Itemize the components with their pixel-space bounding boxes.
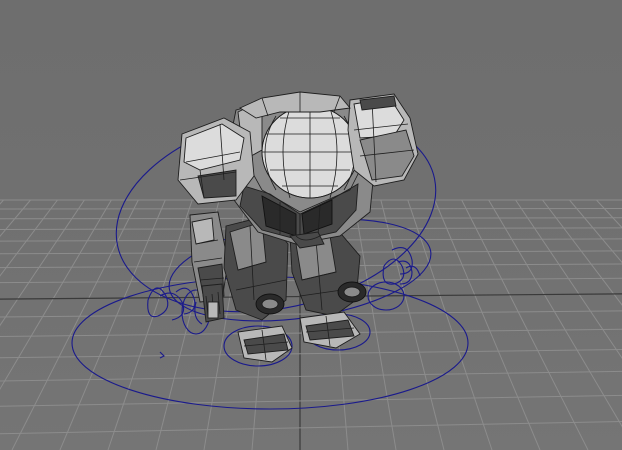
viewport-scene[interactable] (0, 0, 622, 450)
grid-line (107, 199, 193, 450)
grid-line (11, 199, 139, 450)
shoulder-right[interactable] (347, 93, 419, 187)
grid-line (380, 199, 445, 450)
grid-line (0, 199, 85, 327)
robot-model[interactable] (177, 91, 419, 363)
cockpit-dome[interactable] (261, 105, 359, 199)
grid-line (542, 199, 622, 306)
grid-line (353, 199, 397, 450)
grid-line (461, 199, 589, 450)
grid-line (0, 420, 622, 435)
grid-line (0, 199, 112, 390)
grid-line (0, 394, 622, 407)
grid-line (407, 199, 493, 450)
shoulder-left[interactable] (177, 117, 255, 205)
grid-line (0, 199, 31, 238)
pole-vector-marker[interactable] (159, 351, 165, 359)
grid-line (59, 199, 166, 450)
grid-line (434, 199, 541, 450)
grid-line (0, 348, 622, 359)
grid-line (0, 199, 58, 277)
grid-line (488, 199, 622, 428)
3d-viewport[interactable] (0, 0, 622, 450)
